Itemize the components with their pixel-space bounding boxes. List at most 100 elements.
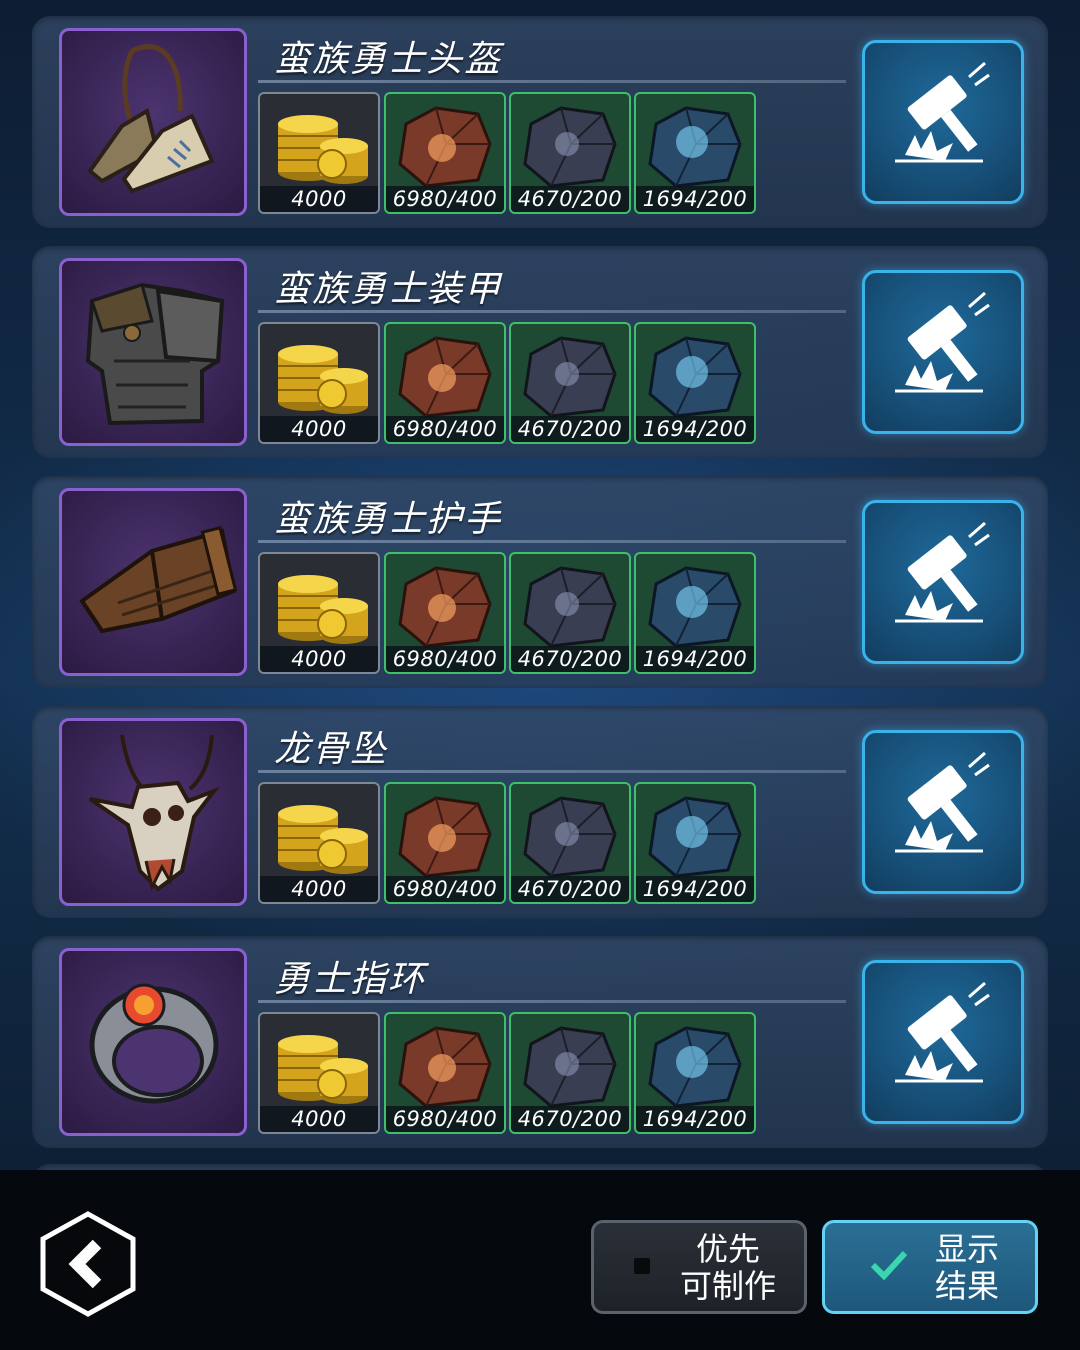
item-thumbnail[interactable] (59, 718, 247, 906)
toggle-label: 显示 结果 (917, 1231, 1017, 1305)
crystal-ore-icon (648, 566, 742, 648)
copper-ore-icon (398, 1026, 492, 1108)
item-name: 蛮族勇士装甲 (274, 269, 503, 310)
skull-pendant-icon (88, 734, 220, 892)
material-count: 1694/200 (636, 1106, 754, 1132)
iron-ore-icon (523, 796, 617, 878)
material-slot[interactable]: 6980/400 (384, 782, 506, 904)
material-count: 6980/400 (386, 186, 504, 212)
crystal-ore-icon (648, 796, 742, 878)
back-arrow-icon (40, 1211, 136, 1317)
material-slot[interactable]: 6980/400 (384, 552, 506, 674)
material-slot[interactable]: 6980/400 (384, 92, 506, 214)
gold-coins-icon (278, 345, 368, 414)
material-slot[interactable]: 4670/200 (509, 552, 631, 674)
material-count: 6980/400 (386, 646, 504, 672)
iron-ore-icon (523, 106, 617, 188)
crystal-ore-icon (648, 336, 742, 418)
toggle-label-line: 显示 (934, 1230, 999, 1268)
material-slot[interactable]: 4000 (258, 1012, 380, 1134)
material-count: 1694/200 (636, 416, 754, 442)
item-name: 蛮族勇士护手 (274, 499, 503, 540)
craft-row: 勇士指环 4000 6980/400 4670/200 1694/200 (32, 936, 1048, 1148)
craft-button[interactable] (862, 500, 1024, 664)
hammer-icon (895, 751, 990, 853)
toggle-label-line: 优先 (695, 1230, 760, 1268)
material-count: 6980/400 (386, 876, 504, 902)
copper-ore-icon (398, 566, 492, 648)
item-thumbnail[interactable] (59, 258, 247, 446)
copper-ore-icon (398, 796, 492, 878)
divider (258, 80, 846, 83)
craft-button[interactable] (862, 270, 1024, 434)
divider (258, 540, 846, 543)
material-count: 4670/200 (511, 646, 629, 672)
craft-row: 蛮族勇士装甲 4000 6980/400 4670/200 1694/200 (32, 246, 1048, 458)
material-slot[interactable]: 4000 (258, 782, 380, 904)
toggle-label-line: 结果 (934, 1267, 999, 1305)
material-count: 4000 (260, 186, 378, 212)
material-count: 4000 (260, 646, 378, 672)
item-name: 龙骨坠 (274, 729, 389, 770)
material-count: 4000 (260, 1106, 378, 1132)
material-slot[interactable]: 1694/200 (634, 322, 756, 444)
crystal-ore-icon (648, 1026, 742, 1108)
material-count: 1694/200 (636, 646, 754, 672)
material-count: 6980/400 (386, 1106, 504, 1132)
copper-ore-icon (398, 106, 492, 188)
material-slot[interactable]: 1694/200 (634, 782, 756, 904)
checkbox-unchecked (634, 1258, 650, 1274)
craft-row: 蛮族勇士护手 4000 6980/400 4670/200 1694/200 (32, 476, 1048, 688)
divider (258, 310, 846, 313)
material-count: 1694/200 (636, 186, 754, 212)
iron-ore-icon (523, 566, 617, 648)
material-count: 4000 (260, 416, 378, 442)
hammer-icon (895, 61, 990, 163)
gold-coins-icon (278, 805, 368, 874)
material-count: 4670/200 (511, 416, 629, 442)
material-slot[interactable]: 1694/200 (634, 552, 756, 674)
material-slot[interactable]: 4670/200 (509, 1012, 631, 1134)
back-button[interactable] (37, 1210, 139, 1318)
material-slot[interactable]: 4000 (258, 552, 380, 674)
priority-craftable-toggle[interactable]: 优先 可制作 (591, 1220, 807, 1314)
gold-coins-icon (278, 575, 368, 644)
material-slot[interactable]: 6980/400 (384, 1012, 506, 1134)
craft-row: 蛮族勇士头盔 4000 6980/400 4670/200 1694/200 (32, 16, 1048, 228)
hammer-icon (895, 521, 990, 623)
crystal-ore-icon (648, 106, 742, 188)
material-slot[interactable]: 6980/400 (384, 322, 506, 444)
craft-button[interactable] (862, 960, 1024, 1124)
craft-button[interactable] (862, 40, 1024, 204)
material-slot[interactable]: 4670/200 (509, 782, 631, 904)
material-slot[interactable]: 1694/200 (634, 1012, 756, 1134)
gold-coins-icon (278, 1035, 368, 1104)
material-slot[interactable]: 4000 (258, 322, 380, 444)
bracer-icon (79, 525, 238, 634)
item-thumbnail[interactable] (59, 948, 247, 1136)
material-slot[interactable]: 4000 (258, 92, 380, 214)
material-count: 4000 (260, 876, 378, 902)
item-name: 勇士指环 (274, 959, 427, 1000)
divider (258, 1000, 846, 1003)
item-thumbnail[interactable] (59, 28, 247, 216)
hammer-icon (895, 291, 990, 393)
material-count: 4670/200 (511, 1106, 629, 1132)
hammer-icon (895, 981, 990, 1083)
item-thumbnail[interactable] (59, 488, 247, 676)
craft-button[interactable] (862, 730, 1024, 894)
iron-ore-icon (523, 336, 617, 418)
toggle-label: 优先 可制作 (674, 1231, 782, 1305)
material-count: 4670/200 (511, 186, 629, 212)
material-slot[interactable]: 4670/200 (509, 322, 631, 444)
material-count: 1694/200 (636, 876, 754, 902)
boots-icon (87, 44, 215, 194)
material-slot[interactable]: 4670/200 (509, 92, 631, 214)
gold-coins-icon (278, 115, 368, 184)
iron-ore-icon (523, 1026, 617, 1108)
ring-icon (89, 983, 219, 1104)
material-slot[interactable]: 1694/200 (634, 92, 756, 214)
show-results-toggle[interactable]: 显示 结果 (822, 1220, 1038, 1314)
craft-list[interactable]: 蛮族勇士头盔 4000 6980/400 4670/200 1694/200 蛮… (0, 0, 1080, 1170)
item-name: 蛮族勇士头盔 (274, 39, 503, 80)
